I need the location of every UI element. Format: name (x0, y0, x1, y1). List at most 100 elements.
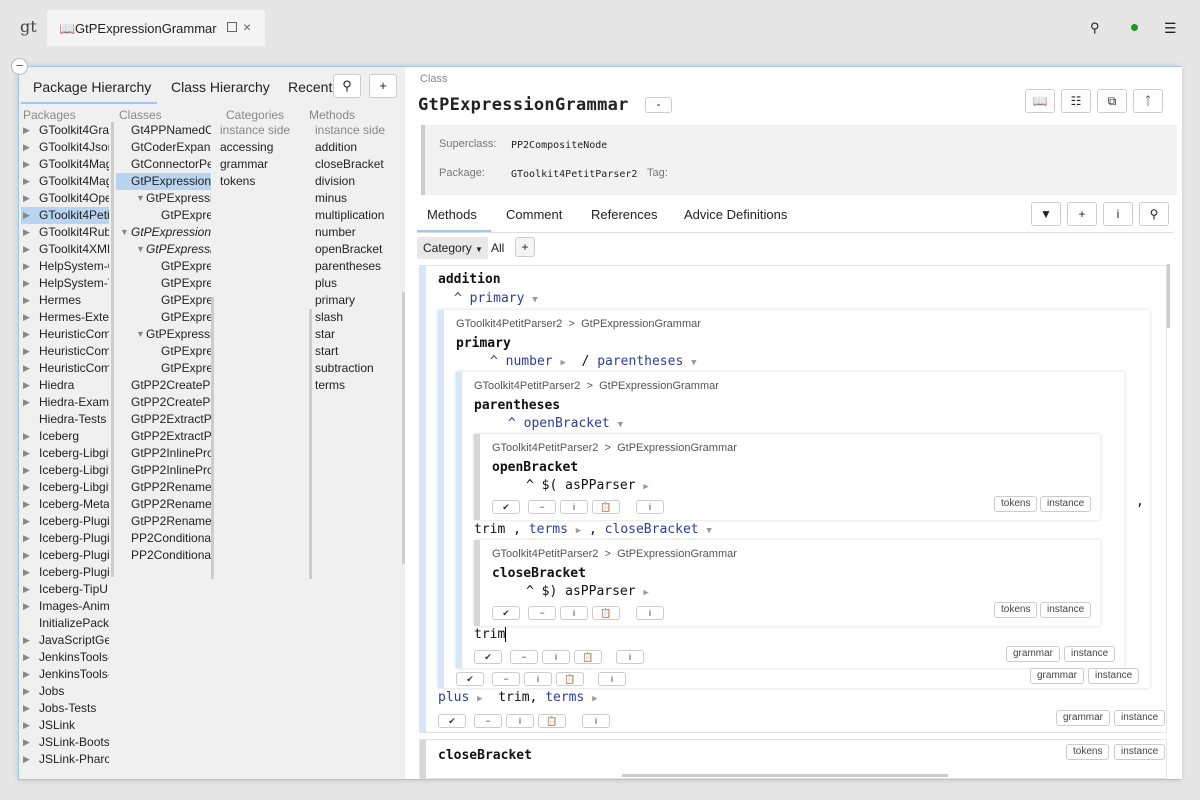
remove-button[interactable]: − (528, 606, 556, 620)
breadcrumb-class[interactable]: GtPExpressionGrammar (599, 380, 719, 392)
class-item[interactable]: GtPP2InlinePro (116, 462, 211, 479)
expand-triangle-icon[interactable]: ▶ (23, 139, 30, 156)
expand-triangle-icon[interactable]: ▶ (23, 683, 30, 700)
expand-triangle-icon[interactable]: ▶ (23, 717, 30, 734)
expand-triangle-icon[interactable]: ▶ (23, 632, 30, 649)
package-item[interactable]: Hiedra-Tests (21, 411, 109, 428)
protocol-tag[interactable]: tokens (994, 602, 1038, 618)
package-item[interactable]: ▶ Iceberg-Plugin (21, 547, 109, 564)
package-item[interactable]: ▶ GToolkit4Peti (21, 207, 109, 224)
tab-advice-definitions[interactable]: Advice Definitions (684, 207, 787, 222)
protocol-tag[interactable]: grammar (1030, 668, 1085, 684)
class-item[interactable]: GtPP2RenameM (116, 496, 211, 513)
expand-triangle-icon[interactable]: ▶ (23, 581, 30, 598)
tab-methods[interactable]: Methods (427, 207, 477, 222)
remove-button[interactable]: − (510, 650, 538, 664)
method-card-addition[interactable]: addition ^ primary ▼ GToolkit4PetitParse… (419, 265, 1167, 733)
expand-icon[interactable]: ▶ (477, 694, 482, 704)
accept-button[interactable]: ✔ (438, 714, 466, 728)
class-item[interactable]: ▼ GtPExpressi (116, 326, 211, 343)
expand-triangle-icon[interactable]: ▶ (23, 377, 30, 394)
method-item[interactable]: star (309, 326, 397, 343)
spotter-search-icon[interactable]: ⚲ (1090, 20, 1100, 36)
accept-button[interactable]: ✔ (474, 650, 502, 664)
expand-icon[interactable]: ▶ (576, 526, 581, 536)
class-item[interactable]: ▼GtPExpressio (116, 241, 211, 258)
packages-scrollbar[interactable] (111, 122, 114, 577)
side-tag[interactable]: instance (1040, 602, 1092, 618)
expand-triangle-icon[interactable]: ▶ (23, 258, 30, 275)
package-item[interactable]: ▶ HelpSystem-T (21, 275, 109, 292)
package-item[interactable]: ▶ Iceberg-TipUI (21, 581, 109, 598)
accept-button[interactable]: ✔ (492, 606, 520, 620)
method-item[interactable]: slash (309, 309, 397, 326)
class-item[interactable]: GtPExpre (116, 207, 211, 224)
expand-triangle-icon[interactable]: ▶ (23, 700, 30, 717)
side-tag[interactable]: instance (1064, 646, 1116, 662)
expand-icon[interactable]: ▼ (532, 295, 537, 305)
class-item[interactable]: GtPExpre (116, 258, 211, 275)
expand-icon[interactable]: ▶ (643, 482, 648, 492)
method-item[interactable]: multiplication (309, 207, 397, 224)
expand-triangle-icon[interactable]: ▶ (23, 445, 30, 462)
expand-triangle-icon[interactable]: ▼ (136, 190, 145, 207)
package-item[interactable]: ▶ JenkinsTools- (21, 666, 109, 683)
info-button[interactable]: i (636, 500, 664, 514)
package-item[interactable]: ▶ Iceberg-Libgit (21, 462, 109, 479)
class-item[interactable]: GtConnectorPe (116, 156, 211, 173)
package-item[interactable]: ▶ Hiedra-Examp (21, 394, 109, 411)
remove-button[interactable]: − (492, 672, 520, 686)
method-item[interactable]: minus (309, 190, 397, 207)
class-item[interactable]: GtPP2CreatePa (116, 394, 211, 411)
class-item[interactable]: GtPExpre (116, 360, 211, 377)
class-item[interactable]: ▼GtPExpressio (116, 190, 211, 207)
protocol-tag[interactable]: grammar (1056, 710, 1111, 726)
package-item[interactable]: ▶ JSLink-Pharo (21, 751, 109, 768)
expand-triangle-icon[interactable]: ▶ (23, 275, 30, 292)
expand-triangle-icon[interactable]: ▶ (23, 734, 30, 751)
category-dropdown[interactable]: Category ▼ (417, 237, 488, 259)
source-line[interactable]: ^ number ▶ / parentheses ▼ (490, 354, 697, 369)
expand-triangle-icon[interactable]: ▶ (23, 173, 30, 190)
tab-comment[interactable]: Comment (506, 207, 562, 222)
expand-triangle-icon[interactable]: ▶ (23, 428, 30, 445)
expand-triangle-icon[interactable]: ▶ (23, 479, 30, 496)
method-item[interactable]: subtraction (309, 360, 397, 377)
method-item[interactable]: instance side (309, 122, 397, 139)
side-tag[interactable]: instance (1114, 710, 1166, 726)
expand-triangle-icon[interactable]: ▶ (23, 547, 30, 564)
source-line[interactable]: ^ primary ▼ (454, 291, 538, 306)
package-item[interactable]: ▶ HeuristicCom (21, 360, 109, 377)
embedded-method-primary[interactable]: GToolkit4PetitParser2 > GtPExpressionGra… (438, 310, 1150, 688)
info-button[interactable]: i (616, 650, 644, 664)
tab-class-hierarchy[interactable]: Class Hierarchy (171, 79, 270, 95)
side-tag[interactable]: instance (1040, 496, 1092, 512)
source-line[interactable]: ^ $) asPParser ▶ (526, 584, 649, 599)
expand-triangle-icon[interactable]: ▶ (23, 309, 30, 326)
expand-triangle-icon[interactable]: ▼ (136, 241, 145, 258)
tab-recent[interactable]: Recent (288, 79, 332, 95)
info-button[interactable]: i (582, 714, 610, 728)
package-item[interactable]: ▶ JSLink (21, 717, 109, 734)
package-item[interactable]: ▶ Hiedra (21, 377, 109, 394)
breadcrumb-package[interactable]: GToolkit4PetitParser2 (474, 380, 580, 392)
method-search-button[interactable]: ⚲ (1139, 202, 1169, 226)
expand-triangle-icon[interactable]: ▶ (23, 598, 30, 615)
package-item[interactable]: ▶ Hermes (21, 292, 109, 309)
classes-scrollbar[interactable] (211, 297, 214, 579)
collapse-icon[interactable]: ▼ (706, 526, 711, 536)
gt-logo[interactable]: gt (20, 17, 37, 36)
package-item[interactable]: ▶ Iceberg (21, 428, 109, 445)
add-filter-button[interactable]: + (515, 237, 535, 257)
hierarchy-button[interactable]: ☷ (1061, 89, 1091, 113)
category-item[interactable]: accessing (216, 139, 294, 156)
copy-button[interactable]: 📋 (556, 672, 584, 686)
package-item[interactable]: ▶ JavaScriptGen (21, 632, 109, 649)
accept-button[interactable]: ✔ (492, 500, 520, 514)
inspect-button[interactable]: i (560, 606, 588, 620)
horizontal-scrollbar[interactable] (622, 774, 948, 777)
expand-icon[interactable]: ▶ (560, 358, 565, 368)
expand-triangle-icon[interactable]: ▶ (23, 530, 30, 547)
source-line[interactable]: ^ $( asPParser ▶ (526, 478, 649, 493)
expand-icon[interactable]: ▶ (643, 588, 648, 598)
